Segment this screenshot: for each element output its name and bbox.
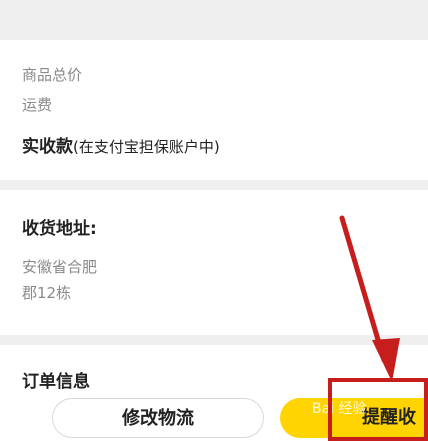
total-price-label: 商品总价: [22, 66, 83, 84]
received-amount-note: (在支付宝担保账户中): [73, 138, 220, 156]
annotation-highlight-box: [328, 378, 428, 441]
price-summary-card: 商品总价 运费 实收款(在支付宝担保账户中): [0, 40, 428, 180]
shipping-fee-label: 运费: [22, 96, 53, 114]
received-amount-label: 实收款: [22, 137, 73, 157]
shipping-address-card: 收货地址: 安徽省合肥 郡12栋: [0, 190, 428, 335]
modify-logistics-button[interactable]: 修改物流: [52, 398, 264, 438]
received-amount-row: 实收款(在支付宝担保账户中): [22, 132, 220, 157]
address-line-2: 郡12栋: [22, 284, 72, 302]
address-line-1: 安徽省合肥: [22, 258, 98, 276]
order-detail-screen: 商品总价 运费 实收款(在支付宝担保账户中) 收货地址: 安徽省合肥 郡12栋 …: [0, 0, 428, 441]
address-title: 收货地址:: [22, 219, 97, 239]
order-info-title: 订单信息: [22, 372, 90, 392]
